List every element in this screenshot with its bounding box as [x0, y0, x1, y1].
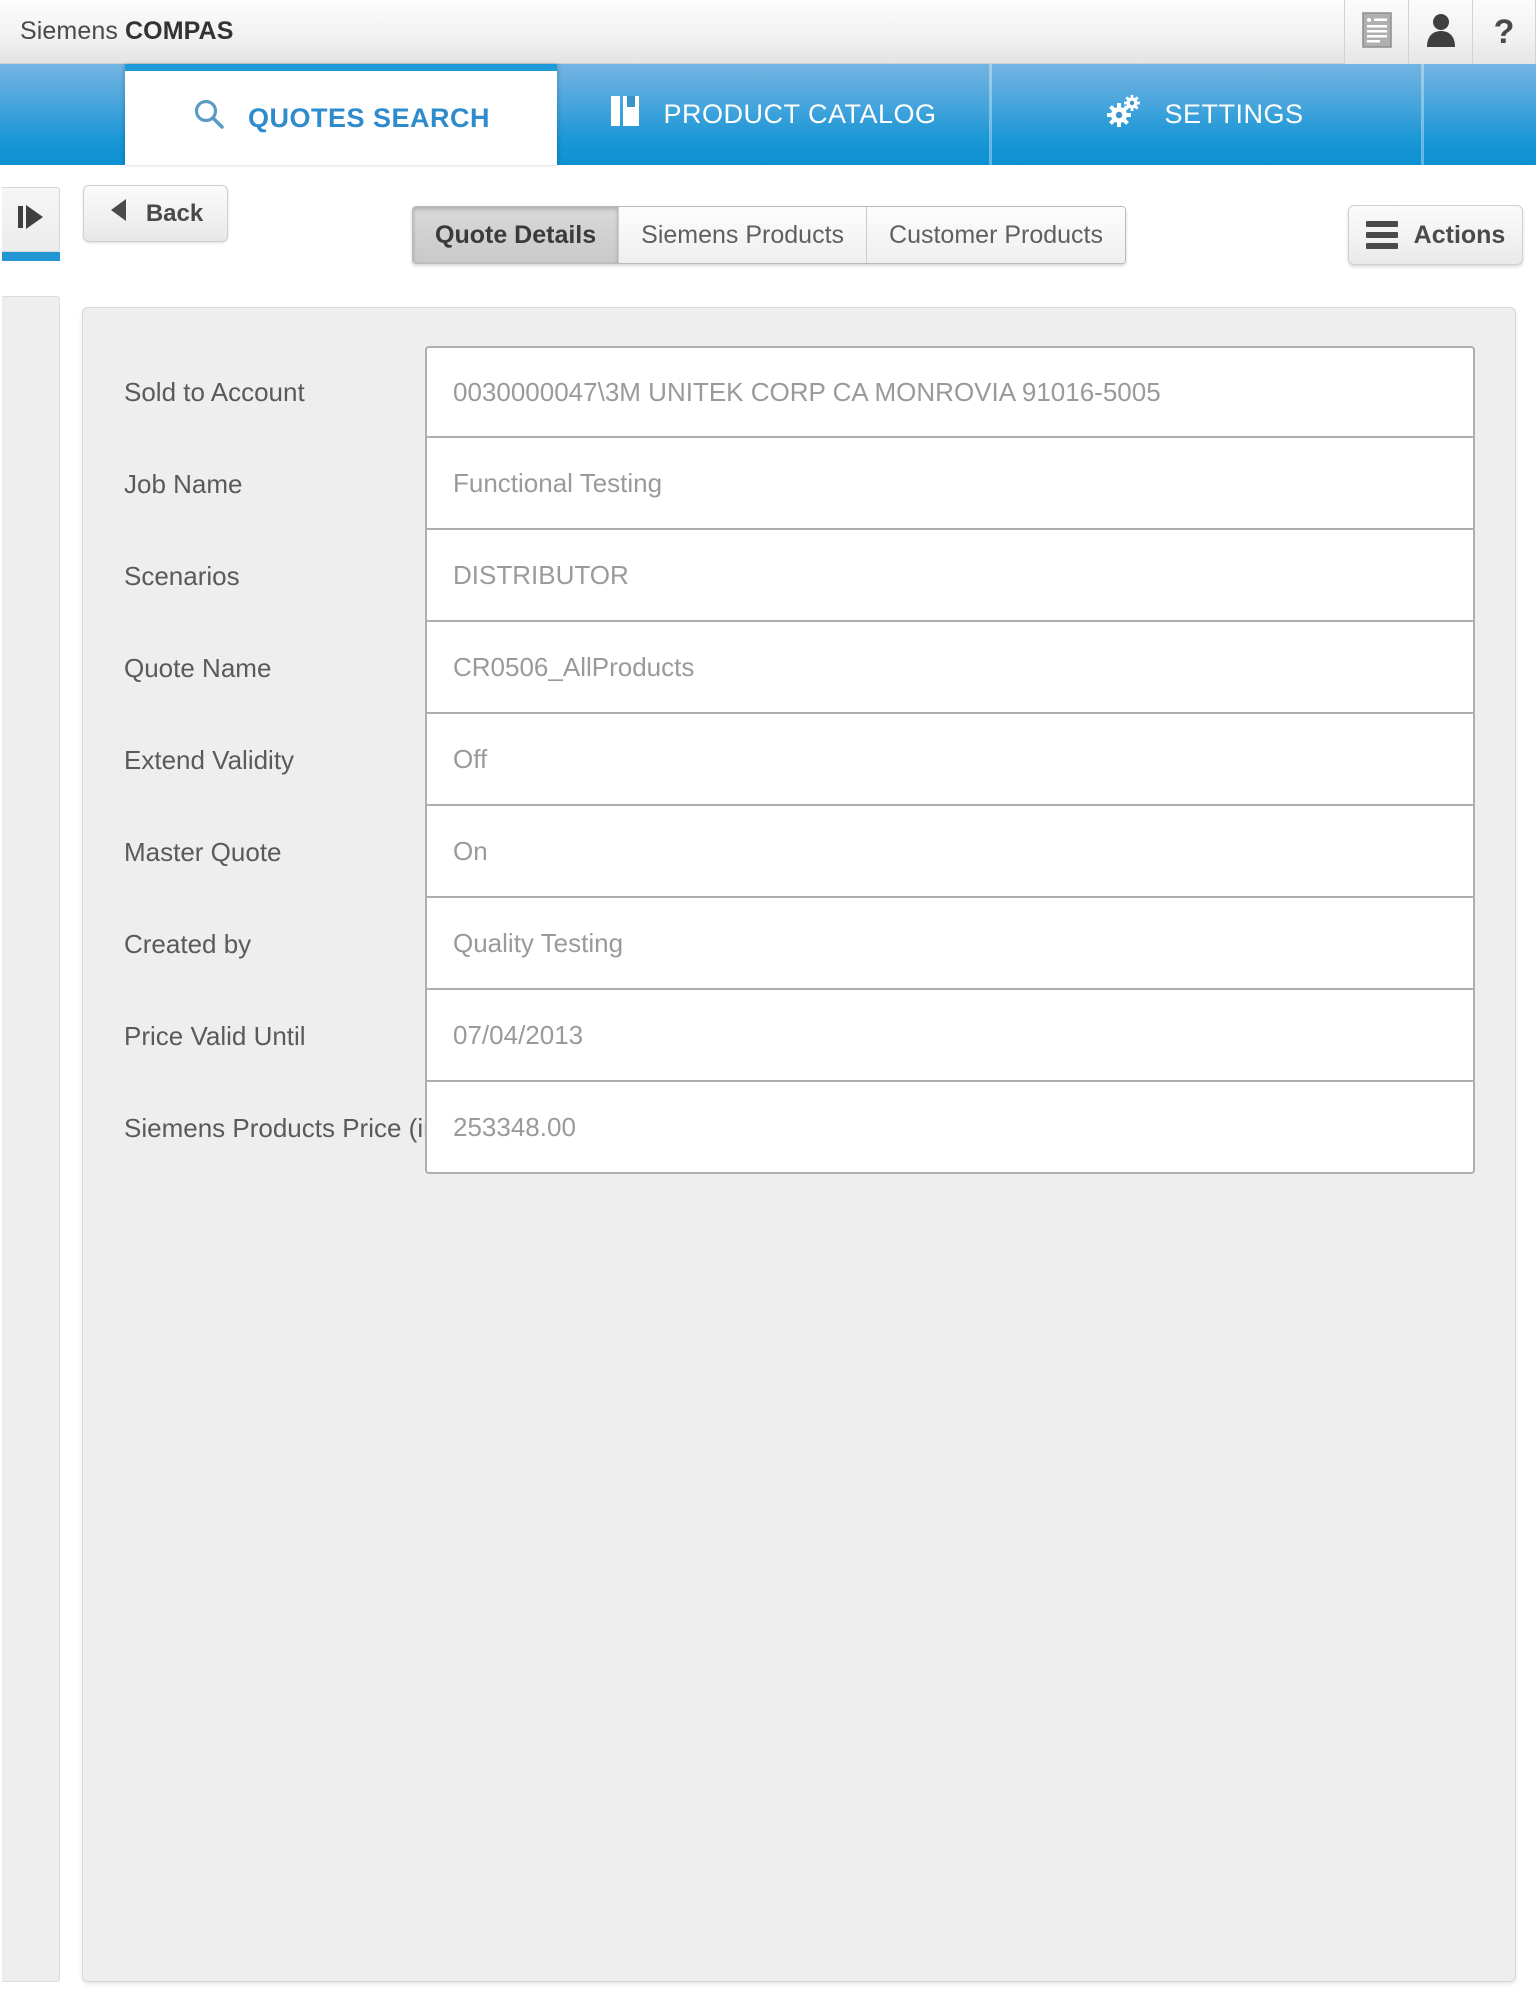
form-row: Scenarios DISTRIBUTOR [83, 530, 1515, 622]
tab-settings[interactable]: SETTINGS [989, 64, 1421, 165]
tab-quote-details-label: Quote Details [435, 220, 597, 249]
form-row: Job Name Functional Testing [83, 438, 1515, 530]
form-row: Created by Quality Testing [83, 898, 1515, 990]
app-title-bold: COMPAS [125, 17, 234, 45]
app-title-regular: Siemens [20, 17, 126, 45]
back-button[interactable]: Back [83, 185, 228, 242]
form-row: Quote Name CR0506_AllProducts [83, 622, 1515, 714]
form-row: Extend Validity Off [83, 714, 1515, 806]
help-button[interactable]: ? [1472, 0, 1536, 64]
field-label-scenarios: Scenarios [124, 560, 240, 591]
tab-bar-right-spacer [1421, 64, 1536, 165]
field-label-siemens-products-price: Siemens Products Price (in $) [124, 1112, 468, 1143]
field-label-extend-validity: Extend Validity [124, 744, 295, 775]
tab-siemens-products-label: Siemens Products [641, 220, 845, 249]
tab-customer-products-label: Customer Products [889, 220, 1103, 249]
field-label-sold-to-account: Sold to Account [124, 376, 305, 407]
field-value-master-quote[interactable]: On [425, 806, 1475, 898]
user-account-button[interactable] [1408, 0, 1472, 64]
tab-quotes-search-label: QUOTES SEARCH [247, 102, 491, 133]
field-label-price-valid-until: Price Valid Until [124, 1020, 306, 1051]
app-title: Siemens COMPAS [20, 17, 234, 46]
sidebar-toggle-button[interactable] [2, 187, 60, 252]
form-row: Sold to Account 0030000047\3M UNITEK COR… [83, 346, 1515, 438]
hamburger-icon [1365, 221, 1398, 249]
sidebar-toggle-underline [2, 252, 60, 261]
tab-product-catalog-label: PRODUCT CATALOG [663, 99, 937, 129]
field-value-created-by[interactable]: Quality Testing [425, 898, 1475, 990]
actions-button-label: Actions [1413, 220, 1506, 249]
user-icon [1425, 13, 1457, 52]
actions-button[interactable]: Actions [1348, 205, 1523, 265]
chevron-left-icon [108, 197, 130, 230]
document-list-icon [1361, 11, 1392, 53]
form-row: Price Valid Until 07/04/2013 [83, 990, 1515, 1082]
tab-settings-label: SETTINGS [1164, 99, 1304, 129]
form-row: Master Quote On [83, 806, 1515, 898]
field-value-quote-name[interactable]: CR0506_AllProducts [425, 622, 1475, 714]
tab-quotes-search[interactable]: QUOTES SEARCH [125, 64, 557, 165]
field-label-job-name: Job Name [124, 468, 243, 499]
document-list-button[interactable] [1344, 0, 1408, 64]
help-icon: ? [1493, 13, 1515, 51]
tab-quote-details[interactable]: Quote Details [413, 207, 620, 263]
field-value-job-name[interactable]: Functional Testing [425, 438, 1475, 530]
search-icon [192, 98, 226, 139]
field-value-siemens-products-price[interactable]: 253348.00 [425, 1082, 1475, 1174]
field-label-quote-name: Quote Name [124, 652, 272, 683]
field-value-scenarios[interactable]: DISTRIBUTOR [425, 530, 1475, 622]
tab-product-catalog[interactable]: PRODUCT CATALOG [557, 64, 989, 165]
tab-customer-products[interactable]: Customer Products [867, 207, 1125, 263]
main-tab-bar: QUOTES SEARCH PRODUCT CATALOG SETTINGS [0, 64, 1536, 165]
field-value-sold-to-account[interactable]: 0030000047\3M UNITEK CORP CA MONROVIA 91… [425, 346, 1475, 438]
title-bar-icon-group: ? [1344, 0, 1536, 64]
left-side-panel[interactable] [2, 296, 60, 1982]
quote-details-form: Sold to Account 0030000047\3M UNITEK COR… [83, 346, 1515, 1174]
back-button-label: Back [145, 199, 204, 227]
field-label-master-quote: Master Quote [124, 836, 282, 867]
form-row: Siemens Products Price (in $) 253348.00 [83, 1082, 1515, 1174]
tab-bar-left-spacer [0, 64, 125, 165]
sub-tab-group: Quote Details Siemens Products Customer … [412, 206, 1126, 264]
field-value-price-valid-until[interactable]: 07/04/2013 [425, 990, 1475, 1082]
gears-icon [1106, 94, 1142, 135]
field-label-created-by: Created by [124, 928, 252, 959]
field-value-extend-validity[interactable]: Off [425, 714, 1475, 806]
title-bar: Siemens COMPAS ? [0, 0, 1536, 64]
expand-panel-icon [14, 200, 48, 239]
catalog-book-icon [609, 94, 641, 135]
tab-siemens-products[interactable]: Siemens Products [619, 207, 868, 263]
quote-details-panel: Sold to Account 0030000047\3M UNITEK COR… [82, 307, 1516, 1982]
